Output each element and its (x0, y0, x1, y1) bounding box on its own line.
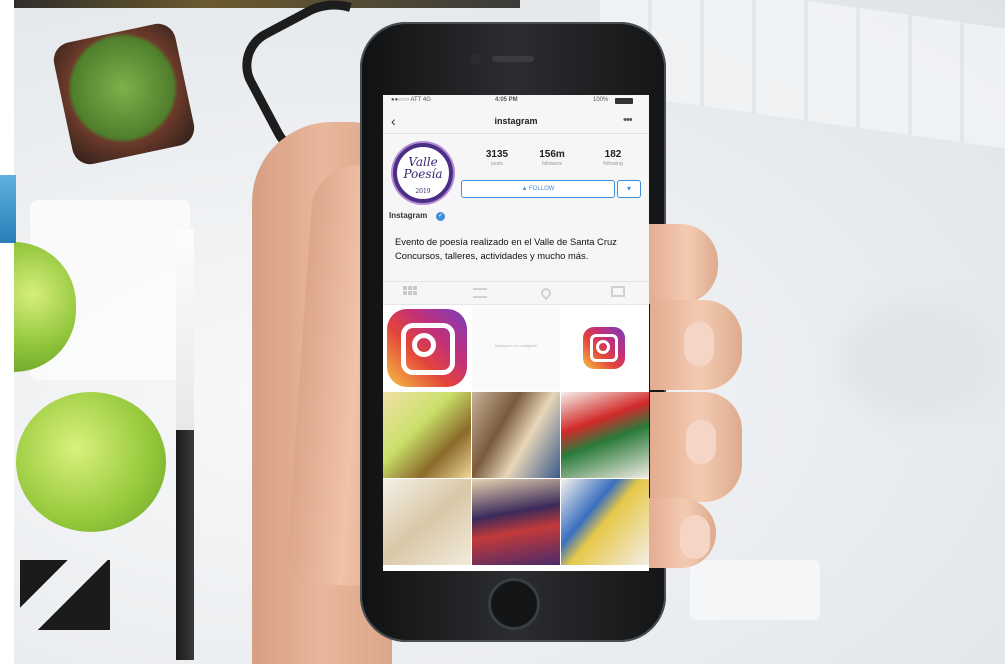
phone-screen: ●●○○○ ATT 4G 4:05 PM 100% ‹ instagram ••… (383, 95, 649, 571)
grid-post[interactable]: Instagram on Instagram (472, 305, 560, 391)
stat-posts[interactable]: 3135 posts (467, 149, 527, 167)
instagram-logo-lens (596, 340, 610, 354)
stat-following-value: 182 (604, 149, 622, 160)
follow-button[interactable]: ▲ FOLLOW (461, 180, 615, 198)
avatar-logo-year: 2019 (415, 188, 431, 195)
home-button[interactable] (488, 578, 540, 630)
grid-post[interactable] (472, 479, 560, 565)
stat-following[interactable]: 182 following (583, 149, 643, 167)
background-right-object (690, 560, 820, 620)
top-nav: ‹ instagram ••• (383, 109, 649, 134)
grid-post[interactable] (383, 392, 471, 478)
stat-posts-value: 3135 (485, 149, 509, 160)
grid-post[interactable] (472, 392, 560, 478)
fingernail (686, 420, 716, 464)
grid-post[interactable] (383, 305, 471, 391)
background-top-strip (0, 0, 520, 8)
grid-post[interactable] (561, 305, 649, 391)
page-title: instagram (494, 116, 538, 126)
fingernail (680, 515, 710, 559)
stat-followers-label: followers (542, 161, 562, 167)
left-white-edge (0, 0, 14, 664)
tagged-photos-icon[interactable] (611, 286, 625, 297)
hand-finger-1 (648, 224, 718, 304)
front-camera (470, 54, 480, 64)
stat-followers[interactable]: 156m followers (522, 149, 582, 167)
more-horizontal-icon[interactable]: ••• (623, 114, 633, 126)
status-time: 4:05 PM (495, 97, 518, 103)
background-apple-bottom (16, 392, 166, 532)
list-view-icon[interactable] (473, 288, 487, 298)
profile-username: Instagram (389, 211, 428, 220)
stat-followers-value: 156m (539, 149, 565, 160)
profile-bio: Evento de poesía realizado en el Valle d… (395, 235, 647, 263)
status-battery-text: 100% (593, 97, 609, 103)
grid-post[interactable] (383, 479, 471, 565)
stat-following-label: following (603, 161, 623, 167)
post-caption: Instagram on Instagram (494, 343, 538, 348)
background-black-blocks (20, 560, 110, 630)
photo-grid: Instagram on Instagram (383, 305, 649, 571)
grid-view-icon[interactable] (403, 286, 417, 298)
avatar-logo-text: Poesía (403, 167, 443, 181)
profile-tab-bar (383, 281, 649, 305)
grid-post[interactable] (561, 479, 649, 565)
instagram-logo-icon (583, 327, 625, 369)
avatar[interactable]: Valle Poesía 2019 (393, 143, 453, 203)
background-blur-object (840, 300, 1000, 420)
bio-line: Concursos, talleres, actividades y mucho… (395, 250, 589, 261)
battery-icon (615, 98, 633, 104)
status-carrier: ●●○○○ ATT 4G (391, 97, 431, 103)
background-pencil-light (176, 230, 194, 430)
location-pin-icon[interactable] (538, 285, 554, 301)
verified-badge-icon: ✓ (436, 212, 445, 221)
fingernail (684, 322, 714, 366)
bio-line: Evento de poesía realizado en el Valle d… (395, 236, 617, 247)
grid-post[interactable] (561, 392, 649, 478)
stat-posts-label: posts (491, 161, 503, 167)
status-bar: ●●○○○ ATT 4G 4:05 PM 100% (383, 95, 649, 107)
background-cactus-pot (50, 20, 198, 168)
instagram-logo-lens (412, 333, 436, 357)
instagram-logo-icon (387, 309, 467, 387)
left-blue-mark (0, 175, 16, 243)
earpiece-speaker (492, 56, 534, 62)
suggestions-dropdown-button[interactable]: ▾ (617, 180, 641, 198)
